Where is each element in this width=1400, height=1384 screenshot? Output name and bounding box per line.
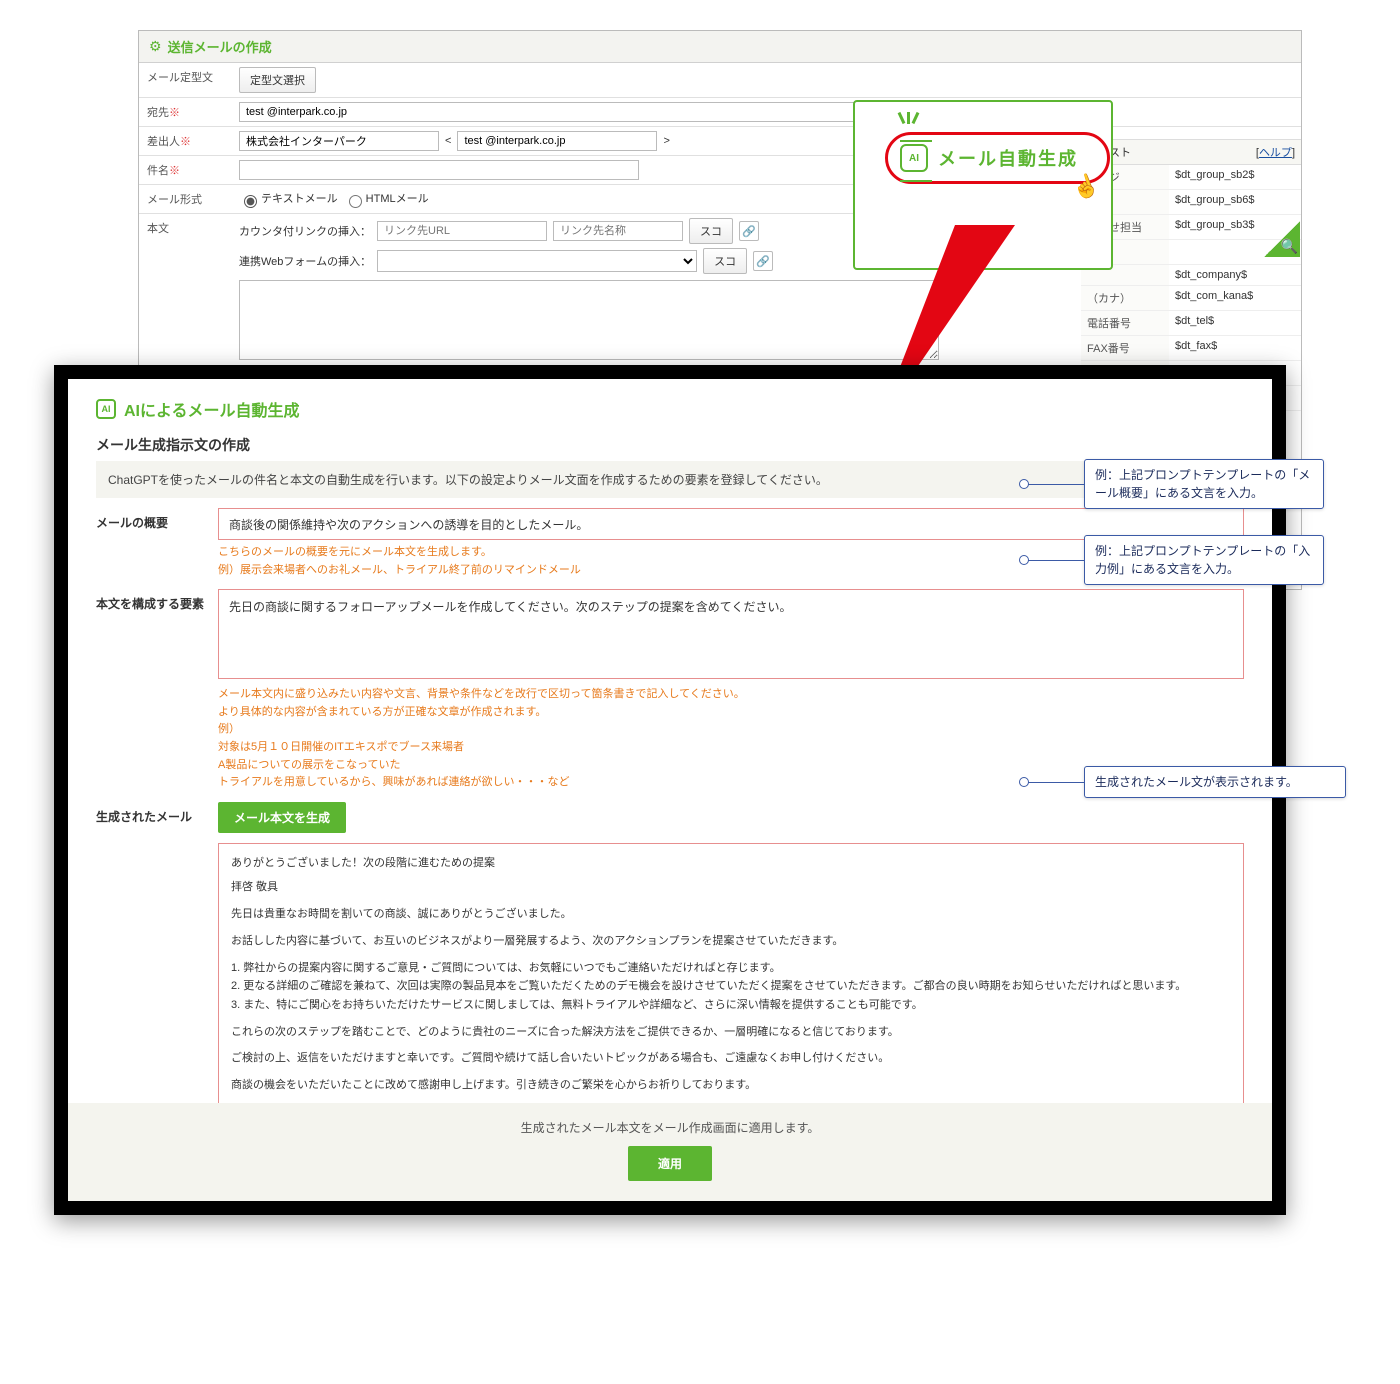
ai-chip-icon: AI [900, 144, 928, 172]
compose-header: ⚙ 送信メールの作成 [139, 31, 1301, 63]
generate-button[interactable]: メール本文を生成 [218, 802, 346, 833]
to-input[interactable] [239, 102, 929, 122]
variable-row[interactable]: $dt_company$ [1081, 265, 1301, 286]
select-template-button[interactable]: 定型文選択 [239, 67, 316, 93]
callout-elements: 例：上記プロンプトテンプレートの「入力例」にある文言を入力。 [1084, 535, 1324, 585]
variable-row[interactable]: ーム$dt_group_sb6$ [1081, 190, 1301, 215]
section-heading: メール生成指示文の作成 [96, 435, 1244, 455]
var-value: $dt_company$ [1169, 265, 1301, 285]
required-mark: ※ [169, 107, 180, 119]
var-value: $dt_group_sb2$ [1169, 165, 1301, 189]
generated-subject: ありがとうございました！次の段階に進むための提案 [231, 854, 1231, 873]
counter-link-label: カウンタ付リンクの挿入： [239, 223, 371, 239]
label-summary: メールの概要 [96, 508, 218, 579]
variable-row[interactable]: テージ$dt_group_sb2$ [1081, 165, 1301, 190]
label-body: 本文 [139, 214, 231, 367]
link-icon-2[interactable]: 🔗 [753, 251, 773, 271]
link-url-input[interactable] [377, 221, 547, 241]
apply-note: 生成されたメール本文をメール作成画面に適用します。 [68, 1119, 1272, 1136]
ai-generate-callout: AI メール自動生成 ☝ [853, 100, 1113, 270]
score-button-2[interactable]: スコ [703, 248, 747, 274]
label-elements: 本文を構成する要素 [96, 589, 218, 792]
var-key: FAX番号 [1081, 336, 1169, 360]
format-html-radio[interactable]: HTMLメール [344, 190, 429, 207]
link-icon[interactable]: 🔗 [739, 221, 759, 241]
from-email-input[interactable] [457, 131, 657, 151]
sparkle-icon [900, 112, 917, 124]
callout-generated: 生成されたメール文が表示されます。 [1084, 766, 1346, 798]
apply-bar: 生成されたメール本文をメール作成画面に適用します。 適用 [68, 1103, 1272, 1201]
label-from: 差出人 [147, 136, 180, 148]
var-key: 電話番号 [1081, 311, 1169, 335]
var-value: $dt_fax$ [1169, 336, 1301, 360]
link-name-input[interactable] [553, 221, 683, 241]
ai-chip-icon-small: AI [96, 399, 116, 419]
webform-label: 連携Webフォームの挿入： [239, 253, 371, 269]
summary-hint-1: こちらのメールの概要を元にメール本文を生成します。 [218, 546, 492, 558]
apply-button[interactable]: 適用 [628, 1146, 712, 1181]
ai-panel-title: AI AIによるメール自動生成 [96, 397, 1244, 421]
var-value: $dt_group_sb6$ [1169, 190, 1301, 214]
variable-row[interactable]: FAX番号$dt_fax$ [1081, 336, 1301, 361]
ai-generate-label: メール自動生成 [938, 145, 1078, 171]
var-value: $dt_com_kana$ [1169, 286, 1301, 310]
format-text-radio[interactable]: テキストメール [239, 190, 338, 207]
label-template: メール定型文 [139, 63, 231, 97]
var-key: （カナ） [1081, 286, 1169, 310]
var-value: $dt_tel$ [1169, 311, 1301, 335]
subject-input[interactable] [239, 160, 639, 180]
zoom-icon[interactable]: 🔍 [1264, 221, 1300, 257]
compose-title: 送信メールの作成 [168, 37, 272, 56]
webform-select[interactable] [377, 250, 697, 272]
body-textarea[interactable] [239, 280, 939, 360]
variable-row[interactable]: （カナ）$dt_com_kana$ [1081, 286, 1301, 311]
gear-icon: ⚙ [149, 38, 162, 55]
elements-textarea[interactable] [218, 589, 1244, 679]
label-to: 宛先 [147, 107, 169, 119]
summary-hint-2: 例）展示会来場者へのお礼メール、トライアル終了前のリマインドメール [218, 564, 581, 576]
label-format: メール形式 [139, 185, 231, 213]
callout-summary: 例：上記プロンプトテンプレートの「メール概要」にある文言を入力。 [1084, 459, 1324, 509]
variable-row[interactable]: 電話番号$dt_tel$ [1081, 311, 1301, 336]
score-button[interactable]: スコ [689, 218, 733, 244]
label-subject: 件名 [147, 165, 169, 177]
section-description: ChatGPTを使ったメールの件名と本文の自動生成を行います。以下の設定よりメー… [96, 461, 1244, 498]
help-link[interactable]: ヘルプ [1259, 147, 1292, 159]
from-name-input[interactable] [239, 131, 439, 151]
